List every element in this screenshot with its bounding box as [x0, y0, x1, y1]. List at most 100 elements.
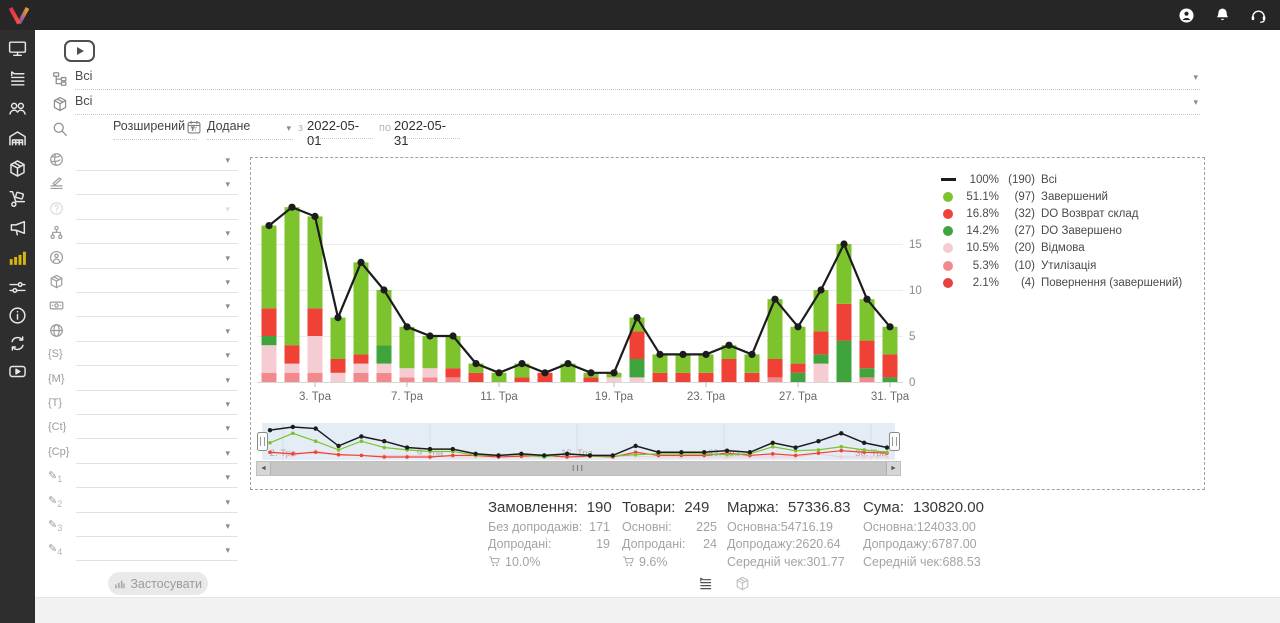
scroll-right-arrow[interactable]: ►: [887, 462, 900, 475]
total-point[interactable]: [610, 369, 617, 376]
filter-select[interactable]: ▾: [76, 444, 238, 464]
total-point[interactable]: [679, 351, 686, 358]
bar-segment-done: [285, 207, 300, 345]
total-point[interactable]: [288, 204, 295, 211]
filter-select[interactable]: ▾: [76, 468, 238, 488]
bar-segment-refuse: [262, 345, 277, 373]
sidebar-item-clients[interactable]: [7, 98, 28, 119]
date-from-input[interactable]: 2022-05-01: [307, 118, 373, 139]
navigator-left-handle[interactable]: [257, 432, 268, 451]
filter-select[interactable]: ▾: [76, 200, 238, 220]
total-point[interactable]: [564, 360, 571, 367]
bar-segment-done: [400, 327, 415, 368]
tag-icon: {S}: [48, 348, 65, 365]
sidebar-item-warehouse[interactable]: [7, 128, 28, 149]
total-point[interactable]: [863, 296, 870, 303]
total-point[interactable]: [702, 351, 709, 358]
total-point[interactable]: [840, 240, 847, 247]
bell-icon[interactable]: [1213, 6, 1232, 25]
filter-select[interactable]: ▾: [76, 395, 238, 415]
total-point[interactable]: [633, 314, 640, 321]
chevron-down-icon: ▾: [225, 375, 230, 386]
legend-item[interactable]: 10.5%(20)Відмова: [935, 240, 1182, 257]
scrollbar-thumb[interactable]: III: [270, 462, 887, 475]
total-point[interactable]: [587, 369, 594, 376]
sidebar-item-info[interactable]: [7, 305, 28, 326]
sidebar-item-statistics[interactable]: [7, 247, 28, 268]
legend-item[interactable]: 100%(190)Всі: [935, 171, 1182, 188]
sidebar-item-dashboard[interactable]: [7, 38, 28, 59]
filter-select[interactable]: ▾: [76, 371, 238, 391]
chart-navigator[interactable]: 2. Тра9. Тра16. Тра23. Тра30. Тра: [262, 423, 895, 460]
filter-select[interactable]: ▾: [76, 493, 238, 513]
filter-select[interactable]: ▾: [76, 517, 238, 537]
orders-view-toggle[interactable]: [697, 575, 714, 592]
total-point[interactable]: [334, 314, 341, 321]
navigator-scrollbar[interactable]: ◄ ► III: [256, 461, 901, 476]
total-point[interactable]: [472, 360, 479, 367]
video-help-button[interactable]: [64, 40, 95, 62]
bar-segment-refuse: [814, 364, 829, 382]
total-point[interactable]: [265, 222, 272, 229]
total-point[interactable]: [380, 286, 387, 293]
stat-value: 249: [684, 499, 709, 516]
legend-item[interactable]: 5.3%(10)Утилізація: [935, 257, 1182, 274]
x-axis-tick: 19. Тра: [595, 391, 634, 403]
filter-select[interactable]: ▾: [76, 541, 238, 561]
sidebar-item-video-lessons[interactable]: [7, 361, 28, 382]
filter-select[interactable]: ▾: [76, 273, 238, 293]
total-point[interactable]: [449, 332, 456, 339]
total-point[interactable]: [817, 286, 824, 293]
status-filter-select[interactable]: Всі ▾: [75, 69, 1200, 90]
filter-select[interactable]: ▾: [76, 322, 238, 342]
product-filter-value: Всі: [75, 94, 92, 108]
bar-segment-do_done: [883, 377, 898, 382]
legend-item[interactable]: 14.2%(27)DO Завершено: [935, 223, 1182, 240]
navigator-right-handle[interactable]: [889, 432, 900, 451]
brand-logo[interactable]: [6, 2, 32, 28]
sidebar-item-orders[interactable]: [7, 68, 28, 89]
date-to-input[interactable]: 2022-05-31: [394, 118, 460, 139]
filter-row-15: ✎2▾: [48, 493, 240, 515]
sidebar-item-products[interactable]: [7, 158, 28, 179]
total-point[interactable]: [886, 323, 893, 330]
total-point[interactable]: [495, 369, 502, 376]
legend-item[interactable]: 51.1%(97)Завершений: [935, 188, 1182, 205]
filter-select[interactable]: ▾: [76, 297, 238, 317]
total-point[interactable]: [311, 213, 318, 220]
legend-item[interactable]: 2.1%(4)Повернення (завершений): [935, 274, 1182, 291]
products-view-toggle[interactable]: [734, 575, 751, 592]
total-point[interactable]: [426, 332, 433, 339]
cart-icon: [622, 555, 635, 568]
total-point[interactable]: [357, 259, 364, 266]
footer-strip: [35, 597, 1280, 623]
sidebar-item-integrations[interactable]: [7, 333, 28, 354]
search-mode-select[interactable]: Розширений ▾: [113, 119, 197, 140]
total-point[interactable]: [771, 296, 778, 303]
total-point[interactable]: [518, 360, 525, 367]
filter-select[interactable]: ▾: [76, 346, 238, 366]
date-field-select[interactable]: Додане ▾: [207, 119, 293, 140]
product-filter-select[interactable]: Всі ▾: [75, 94, 1200, 115]
total-point[interactable]: [403, 323, 410, 330]
total-point[interactable]: [656, 351, 663, 358]
filter-select[interactable]: ▾: [76, 224, 238, 244]
headset-icon[interactable]: [1249, 6, 1268, 25]
scroll-left-arrow[interactable]: ◄: [257, 462, 270, 475]
sidebar-item-settings[interactable]: [7, 277, 28, 298]
total-point[interactable]: [794, 323, 801, 330]
total-point[interactable]: [725, 342, 732, 349]
total-point[interactable]: [748, 351, 755, 358]
filter-select[interactable]: ▾: [76, 151, 238, 171]
sidebar-item-marketing[interactable]: [7, 217, 28, 238]
sidebar-item-supply[interactable]: [7, 188, 28, 209]
legend-item[interactable]: 16.8%(32)DO Возврат склад: [935, 205, 1182, 222]
total-point[interactable]: [541, 369, 548, 376]
filter-select[interactable]: ▾: [76, 175, 238, 195]
filter-select[interactable]: ▾: [76, 249, 238, 269]
bar-25: [814, 290, 829, 382]
user-icon[interactable]: [1177, 6, 1196, 25]
filter-select[interactable]: ▾: [76, 419, 238, 439]
tag-icon: {Ct}: [48, 421, 65, 438]
apply-button[interactable]: Застосувати: [108, 572, 208, 595]
